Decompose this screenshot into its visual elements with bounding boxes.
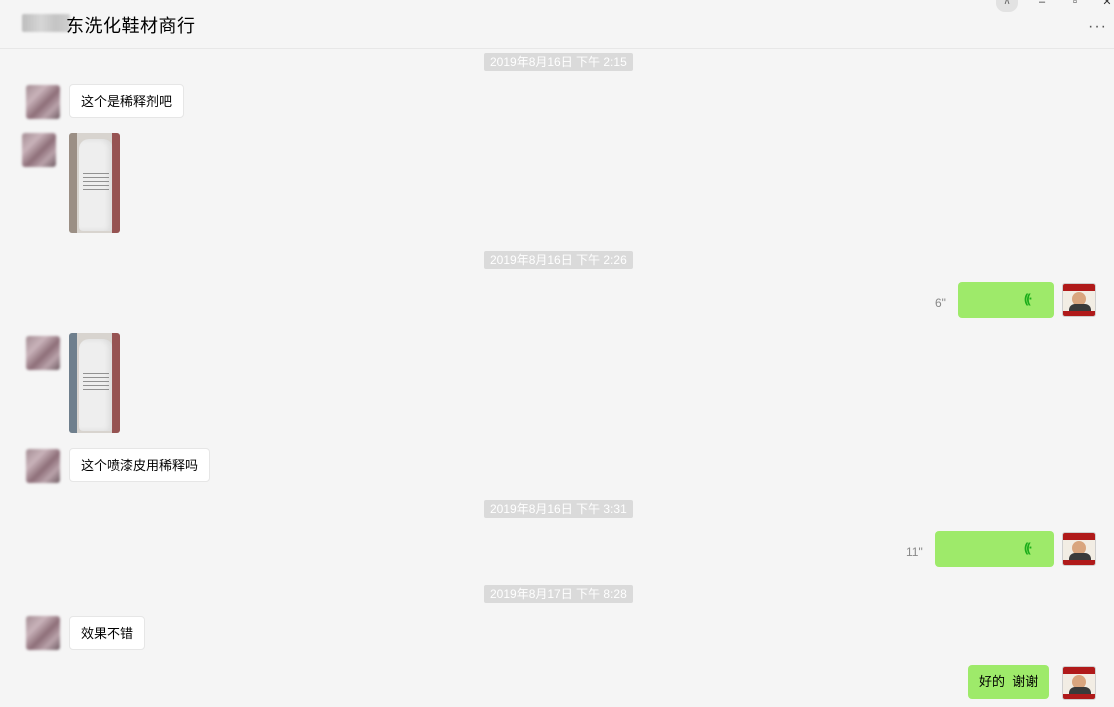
avatar-banner: [1063, 284, 1095, 291]
maximize-icon[interactable]: ▫: [1064, 0, 1086, 12]
voice-message-bubble[interactable]: ((·: [958, 282, 1054, 318]
image-message[interactable]: [69, 133, 120, 233]
minimize-icon[interactable]: –: [1031, 0, 1053, 12]
message-bubble[interactable]: 这个喷漆皮用稀释吗: [69, 448, 211, 482]
timestamp: 2019年8月17日 下午 8:28: [484, 585, 633, 603]
avatar-banner: [1063, 533, 1095, 540]
contact-avatar[interactable]: [26, 616, 60, 650]
avatar-banner: [1063, 667, 1095, 674]
voice-icon: ((·: [1024, 540, 1033, 555]
contact-avatar[interactable]: [26, 449, 60, 483]
voice-duration: 11": [906, 545, 923, 559]
voice-duration: 6": [935, 296, 946, 310]
timestamp: 2019年8月16日 下午 3:31: [484, 500, 633, 518]
voice-icon: ((·: [1024, 291, 1033, 306]
contact-avatar[interactable]: [22, 133, 56, 167]
image-background: [112, 133, 120, 233]
avatar-footer: [1063, 311, 1095, 316]
chat-header: 东洗化鞋材商行 ⊼ – ▫ ✕ ···: [0, 0, 1114, 49]
chat-title: 东洗化鞋材商行: [66, 16, 196, 36]
image-background: [69, 133, 77, 233]
pin-icon[interactable]: ⊼: [996, 0, 1018, 12]
contact-avatar[interactable]: [26, 336, 60, 370]
avatar-footer: [1063, 694, 1095, 699]
self-avatar[interactable]: [1062, 532, 1096, 566]
message-bubble[interactable]: 这个是稀释剂吧: [69, 84, 185, 118]
image-background: [112, 333, 120, 433]
image-background: [69, 333, 77, 433]
bottle-label: [83, 373, 109, 393]
message-bubble[interactable]: 效果不错: [69, 616, 146, 650]
bottle-label: [83, 173, 109, 193]
close-icon[interactable]: ✕: [1096, 0, 1114, 12]
voice-message-bubble[interactable]: ((·: [935, 531, 1054, 567]
timestamp: 2019年8月16日 下午 2:15: [484, 53, 633, 71]
more-options-icon[interactable]: ···: [1088, 18, 1107, 36]
message-bubble[interactable]: 好的 谢谢: [968, 665, 1050, 699]
self-avatar[interactable]: [1062, 283, 1096, 317]
self-avatar[interactable]: [1062, 666, 1096, 700]
contact-avatar[interactable]: [26, 85, 60, 119]
avatar-footer: [1063, 560, 1095, 565]
image-message[interactable]: [69, 333, 120, 433]
timestamp: 2019年8月16日 下午 2:26: [484, 251, 633, 269]
title-redacted-block: [22, 14, 70, 32]
